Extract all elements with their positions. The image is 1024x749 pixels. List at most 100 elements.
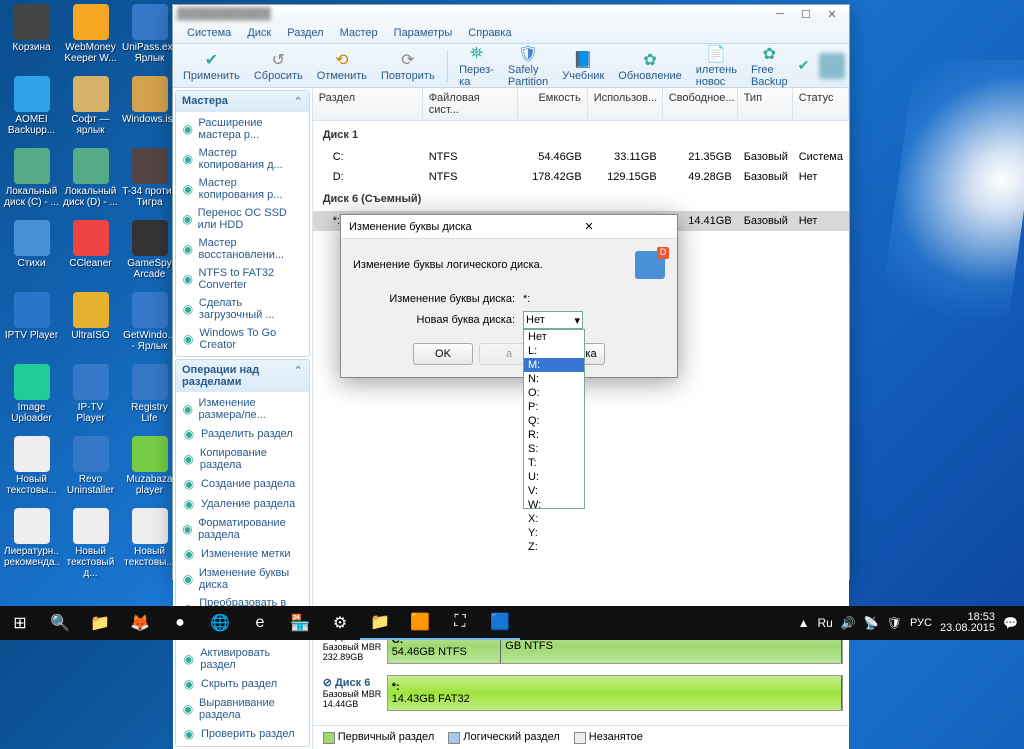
desktop-icon[interactable]: IPTV Player xyxy=(4,292,59,352)
sidebar-item[interactable]: ◉Выравнивание раздела xyxy=(176,694,309,724)
taskbar-app[interactable]: ⚙ xyxy=(320,606,360,640)
language-indicator[interactable]: РУС xyxy=(910,617,932,629)
desktop-icon[interactable]: GetWindo... - Ярлык xyxy=(122,292,177,352)
collapse-icon[interactable]: ⌃ xyxy=(293,95,302,108)
combo-option[interactable]: T: xyxy=(524,456,584,470)
toolbar-button[interactable]: 📘Учебник xyxy=(556,48,610,84)
menu-item[interactable]: Диск xyxy=(239,23,279,43)
combo-option[interactable]: N: xyxy=(524,372,584,386)
desktop-icon[interactable]: AOMEI Backupp... xyxy=(4,76,59,136)
combo-option[interactable]: P: xyxy=(524,400,584,414)
taskbar-app[interactable]: ⛶ xyxy=(440,606,480,640)
toolbar-button[interactable]: ⛯Перез-ка xyxy=(453,42,500,90)
minimize-button[interactable]: ─ xyxy=(767,5,793,23)
toolbar-button[interactable]: ⟲Отменить xyxy=(311,48,373,84)
column-header[interactable]: Раздел xyxy=(313,88,423,120)
tray-icon[interactable]: 🛡 xyxy=(887,616,902,630)
combo-option[interactable]: R: xyxy=(524,428,584,442)
sidebar-item[interactable]: ◉NTFS to FAT32 Converter xyxy=(176,264,309,294)
operations-panel-head[interactable]: Операции над разделами ⌃ xyxy=(176,360,309,392)
notifications-icon[interactable]: 💬 xyxy=(1003,616,1018,630)
taskbar-app[interactable]: 🔍 xyxy=(40,606,80,640)
tray-icon[interactable]: 🔊 xyxy=(841,616,856,630)
tray-icon[interactable]: ▲ xyxy=(798,616,810,630)
menu-item[interactable]: Раздел xyxy=(279,23,331,43)
desktop-icon[interactable]: Новый текстовый д... xyxy=(63,508,118,579)
menu-item[interactable]: Справка xyxy=(460,23,519,43)
sidebar-item[interactable]: ◉Мастер восстановлени... xyxy=(176,234,309,264)
sidebar-item[interactable]: ◉Мастер копирования д... xyxy=(176,144,309,174)
desktop-icon[interactable]: CCleaner xyxy=(63,220,118,280)
menu-item[interactable]: Параметры xyxy=(386,23,461,43)
combo-option[interactable]: O: xyxy=(524,386,584,400)
toolbar-button[interactable]: 📄илетень новос xyxy=(690,42,743,90)
desktop-icon[interactable]: Новый текстовы... xyxy=(4,436,59,496)
sidebar-item[interactable]: ◉Создание раздела xyxy=(176,474,309,494)
column-header[interactable]: Файловая сист... xyxy=(423,88,518,120)
sidebar-item[interactable]: ◉Разделить раздел xyxy=(176,424,309,444)
column-header[interactable]: Емкость xyxy=(518,88,588,120)
close-button[interactable]: ✕ xyxy=(819,5,845,23)
disk-bar[interactable]: ⊘ Диск 6Базовый MBR14.44GB*:14.43GB FAT3… xyxy=(319,672,843,713)
toolbar-button[interactable]: ✔Применить xyxy=(177,48,246,84)
toolbar-button[interactable]: ✿Free Backup xyxy=(745,42,794,90)
taskbar-app[interactable]: ⊞ xyxy=(0,606,40,640)
combo-option[interactable]: Z: xyxy=(524,540,584,554)
combo-option[interactable]: M: xyxy=(524,358,584,372)
sidebar-item[interactable]: ◉Копирование раздела xyxy=(176,444,309,474)
taskbar-app[interactable]: 🦊 xyxy=(120,606,160,640)
combo-option[interactable]: Нет xyxy=(524,330,584,344)
taskbar-app[interactable]: 🟦 xyxy=(480,606,520,640)
desktop-icon[interactable]: T-34 против Тигра xyxy=(122,148,177,208)
taskbar-app[interactable]: 📁 xyxy=(80,606,120,640)
taskbar-app[interactable]: 🌐 xyxy=(200,606,240,640)
dialog-close-button[interactable]: ✕ xyxy=(509,220,669,233)
menu-item[interactable]: Система xyxy=(179,23,239,43)
column-header[interactable]: Статус xyxy=(793,88,849,120)
collapse-icon[interactable]: ⌃ xyxy=(293,364,302,388)
column-header[interactable]: Тип xyxy=(738,88,793,120)
combo-option[interactable]: L: xyxy=(524,344,584,358)
combo-option[interactable]: U: xyxy=(524,470,584,484)
desktop-icon[interactable]: Локальный диск (C) - ... xyxy=(4,148,59,208)
ok-button[interactable]: OK xyxy=(413,343,473,365)
combo-option[interactable]: W: xyxy=(524,498,584,512)
desktop-icon[interactable]: UniPass.exe Ярлык xyxy=(122,4,177,64)
desktop-icon[interactable]: Muzabaza player xyxy=(122,436,177,496)
combo-option[interactable]: V: xyxy=(524,484,584,498)
desktop-icon[interactable]: Софт — ярлык xyxy=(63,76,118,136)
desktop-icon[interactable]: Новый текстовы... xyxy=(122,508,177,579)
new-letter-combo[interactable]: Нет ▾ НетL:M:N:O:P:Q:R:S:T:U:V:W:X:Y:Z: xyxy=(523,311,583,329)
desktop-icon[interactable]: UltraISO xyxy=(63,292,118,352)
tray-icon[interactable]: Ru xyxy=(817,616,832,630)
desktop-icon[interactable]: Корзина xyxy=(4,4,59,64)
sidebar-item[interactable]: ◉Сделать загрузочный ... xyxy=(176,294,309,324)
sidebar-item[interactable]: ◉Windows To Go Creator xyxy=(176,324,309,354)
maximize-button[interactable]: ☐ xyxy=(793,5,819,23)
toolbar-button[interactable]: ⟳Повторить xyxy=(375,48,441,84)
sidebar-item[interactable]: ◉Мастер копирования р... xyxy=(176,174,309,204)
desktop-icon[interactable]: IP-TV Player xyxy=(63,364,118,424)
desktop-icon[interactable]: Image Uploader xyxy=(4,364,59,424)
combo-option[interactable]: X: xyxy=(524,512,584,526)
desktop-icon[interactable]: Лиературн... рекоменда... xyxy=(4,508,59,579)
desktop-icon[interactable]: Локальный диск (D) - ... xyxy=(63,148,118,208)
desktop-icon[interactable]: Windows.isc xyxy=(122,76,177,136)
sidebar-item[interactable]: ◉Изменение метки xyxy=(176,544,309,564)
desktop-icon[interactable]: GameSpy Arcade xyxy=(122,220,177,280)
sidebar-item[interactable]: ◉Изменение буквы диска xyxy=(176,564,309,594)
partition-row[interactable]: C:NTFS54.46GB33.11GB21.35GBБазовыйСистем… xyxy=(313,147,849,167)
column-header[interactable]: Использов... xyxy=(588,88,663,120)
sidebar-item[interactable]: ◉Скрыть раздел xyxy=(176,674,309,694)
taskbar-app[interactable]: e xyxy=(240,606,280,640)
desktop-icon[interactable]: Registry Life xyxy=(122,364,177,424)
combo-option[interactable]: Y: xyxy=(524,526,584,540)
desktop-icon[interactable]: WebMoney Keeper W... xyxy=(63,4,118,64)
sidebar-item[interactable]: ◉Перенос ОС SSD или HDD xyxy=(176,204,309,234)
sidebar-item[interactable]: ◉Изменение размера/пе... xyxy=(176,394,309,424)
wizards-panel-head[interactable]: Мастера ⌃ xyxy=(176,91,309,112)
sidebar-item[interactable]: ◉Проверить раздел xyxy=(176,724,309,744)
sidebar-item[interactable]: ◉Расширение мастера р... xyxy=(176,114,309,144)
desktop-icon[interactable]: Revo Uninstaller xyxy=(63,436,118,496)
sidebar-item[interactable]: ◉Активировать раздел xyxy=(176,644,309,674)
